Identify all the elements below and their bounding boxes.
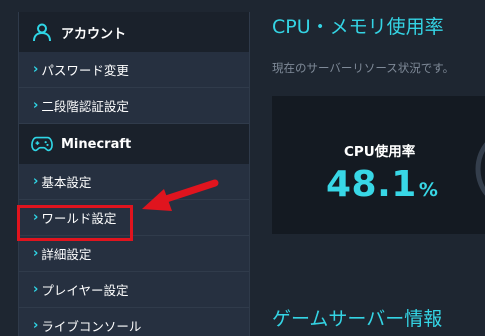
cpu-usage-unit: % — [418, 179, 439, 201]
sidebar-item-live-console[interactable]: › ライブコンソール — [19, 308, 249, 336]
sidebar-item-label: ライブコンソール — [41, 319, 142, 334]
minecraft-section-header: Minecraft — [19, 124, 249, 164]
sidebar-item-advanced-settings[interactable]: › 詳細設定 — [19, 236, 249, 272]
pointer-arrow-icon — [142, 179, 219, 211]
sidebar-item-password-change[interactable]: › パスワード変更 — [19, 52, 249, 88]
game-server-info-title: ゲームサーバー情報 — [272, 308, 443, 330]
sidebar-item-player-settings[interactable]: › プレイヤー設定 — [19, 272, 249, 308]
account-section-header: アカウント — [19, 12, 249, 52]
cpu-usage-label: CPU使用率 — [344, 144, 416, 160]
cpu-usage-value: 48.1% — [326, 164, 438, 205]
chevron-right-icon: › — [33, 98, 39, 113]
sidebar-item-label: 詳細設定 — [41, 247, 92, 262]
sidebar-item-label: 基本設定 — [41, 175, 92, 190]
sidebar-item-label: 二段階認証設定 — [41, 99, 129, 114]
page-title: CPU・メモリ使用率 — [272, 16, 444, 38]
highlight-box — [17, 205, 133, 241]
chevron-right-icon: › — [33, 62, 39, 77]
cpu-usage-number: 48.1 — [326, 164, 417, 205]
sidebar-item-two-factor[interactable]: › 二段階認証設定 — [19, 88, 249, 124]
chevron-right-icon: › — [33, 318, 39, 333]
main-content: CPU・メモリ使用率 現在のサーバーリソース状況です。 CPU使用率 48.1%… — [272, 0, 485, 336]
cpu-usage-card: CPU使用率 48.1% — [272, 96, 485, 234]
account-section-title: アカウント — [61, 26, 127, 42]
sidebar: アカウント › パスワード変更 › 二段階認証設定 Minecraft › 基本… — [18, 12, 250, 336]
chevron-right-icon: › — [33, 174, 39, 189]
sidebar-item-label: プレイヤー設定 — [41, 283, 129, 298]
minecraft-section-title: Minecraft — [61, 136, 132, 152]
sidebar-item-label: パスワード変更 — [41, 63, 129, 78]
cpu-gauge-ring — [475, 142, 485, 196]
user-icon — [31, 21, 53, 43]
chevron-right-icon: › — [33, 282, 39, 297]
chevron-right-icon: › — [33, 246, 39, 261]
gamepad-icon — [31, 133, 53, 155]
page-subtitle: 現在のサーバーリソース状況です。 — [272, 61, 455, 75]
